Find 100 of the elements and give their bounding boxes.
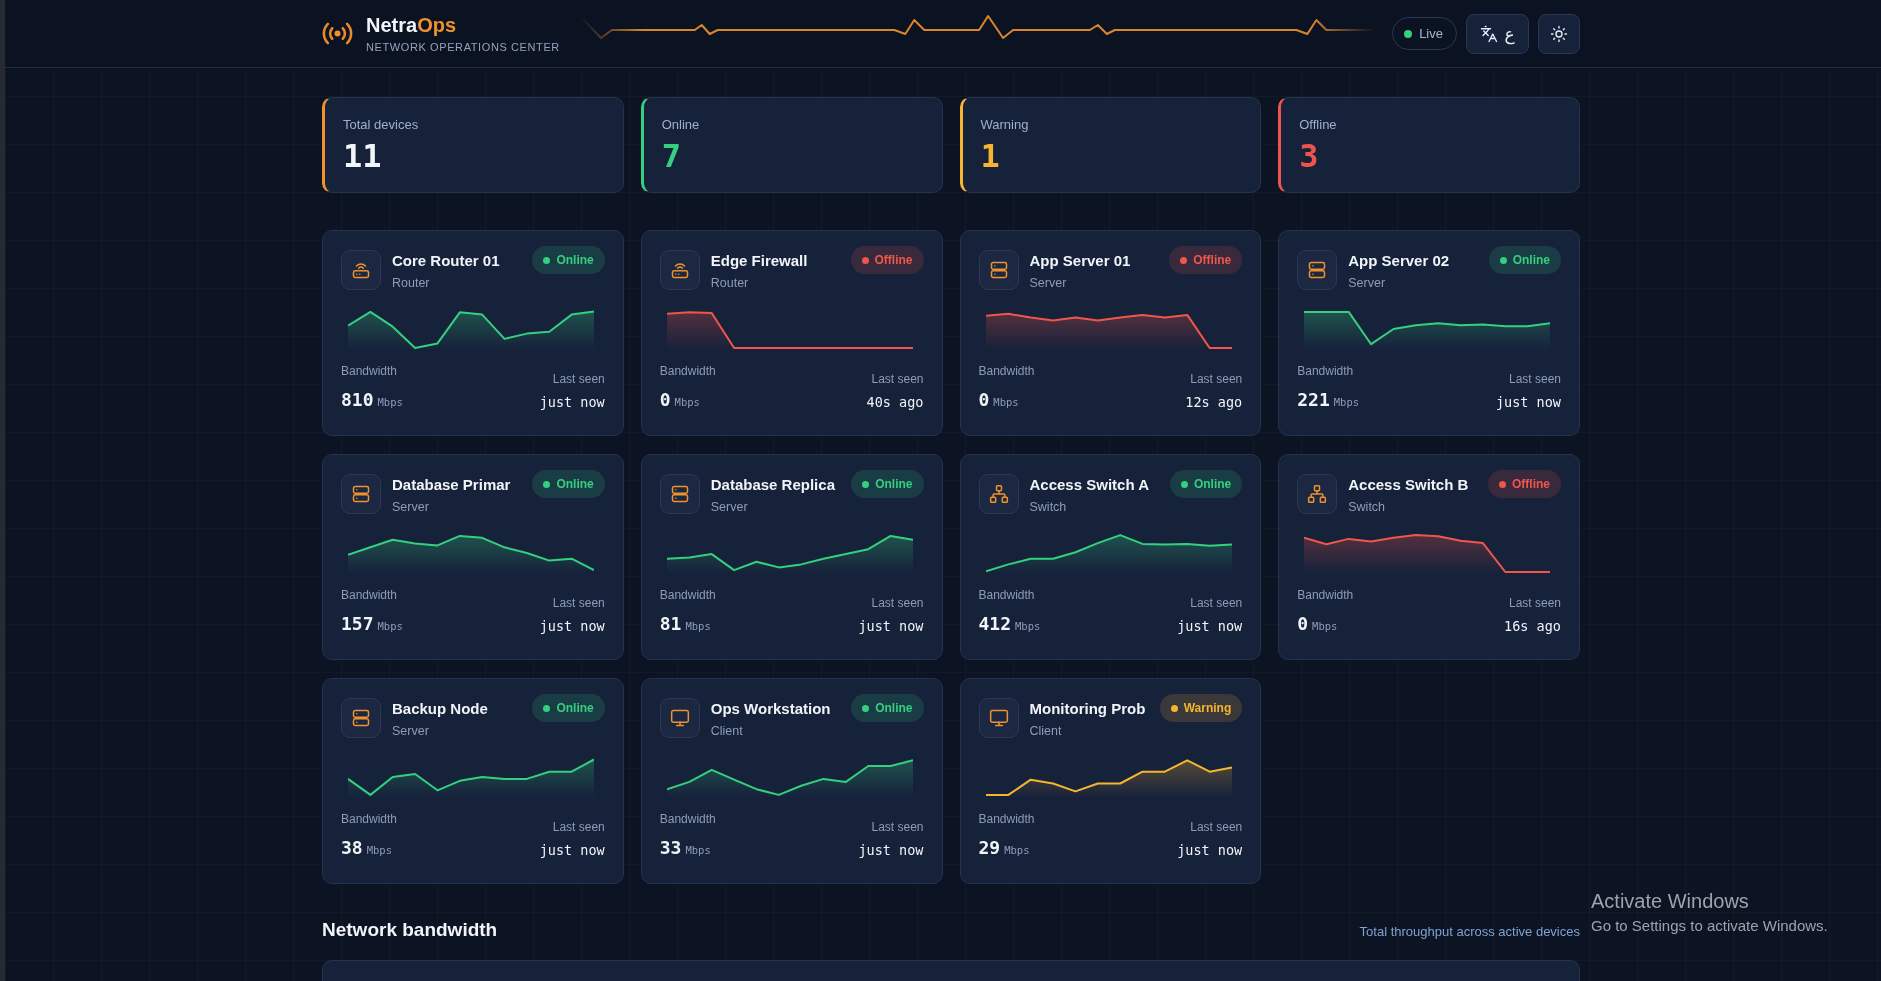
bandwidth-unit: Mbps xyxy=(1015,619,1041,634)
bandwidth-unit: Mbps xyxy=(1312,619,1338,634)
bandwidth-label: Bandwidth xyxy=(659,587,716,603)
bandwidth-label: Bandwidth xyxy=(659,811,716,827)
last-seen-label: Last seen xyxy=(552,371,605,387)
bandwidth-value: 0 xyxy=(978,388,990,412)
bandwidth-unit: Mbps xyxy=(685,843,711,858)
live-dot-icon xyxy=(1404,29,1413,38)
bandwidth-value: 412 xyxy=(978,612,1011,636)
last-seen-value: just now xyxy=(858,841,924,860)
bandwidth-label: Bandwidth xyxy=(1297,587,1354,603)
bandwidth-label: Bandwidth xyxy=(659,363,716,379)
device-name: Access Switch A xyxy=(1029,475,1150,495)
device-type: Router xyxy=(710,275,750,292)
status-label: Online xyxy=(1193,476,1232,492)
stat-value: 11 xyxy=(343,138,383,174)
last-seen-label: Last seen xyxy=(871,371,924,387)
server-icon xyxy=(1297,250,1338,290)
device-type: Server xyxy=(1348,275,1387,292)
last-seen-value: just now xyxy=(539,393,605,412)
brand-subtitle: NETWORK OPERATIONS CENTER xyxy=(366,40,560,54)
status-label: Online xyxy=(556,476,594,492)
stat-label: Total devices xyxy=(343,116,420,133)
bandwidth-label: Bandwidth xyxy=(1297,363,1355,379)
last-seen-label: Last seen xyxy=(1508,371,1561,387)
bandwidth-unit: Mbps xyxy=(674,395,700,410)
status-label: Online xyxy=(556,252,594,268)
device-type: Router xyxy=(392,275,431,292)
last-seen-label: Last seen xyxy=(1190,595,1243,611)
status-label: Online xyxy=(875,700,913,716)
device-name: Edge Firewall xyxy=(710,251,809,271)
server-icon xyxy=(341,698,381,738)
status-label: Offline xyxy=(1512,476,1550,492)
last-seen-value: just now xyxy=(1495,393,1561,412)
bandwidth-value: 810 xyxy=(341,388,374,412)
network-icon xyxy=(1297,474,1338,514)
device-name: Monitoring Prob xyxy=(1029,699,1147,719)
bandwidth-value: 0 xyxy=(659,388,671,412)
last-seen-value: just now xyxy=(539,841,605,860)
bandwidth-unit: Mbps xyxy=(366,843,392,858)
bandwidth-value: 33 xyxy=(659,836,682,860)
device-type: Client xyxy=(1029,723,1063,740)
status-label: Online xyxy=(1512,252,1550,268)
device-type: Switch xyxy=(1029,499,1068,516)
device-name: Access Switch B xyxy=(1348,475,1470,495)
status-label: Warning xyxy=(1183,700,1232,716)
status-label: Offline xyxy=(874,252,913,268)
last-seen-value: just now xyxy=(1177,841,1243,860)
last-seen-value: just now xyxy=(858,617,924,636)
server-icon xyxy=(341,474,381,514)
last-seen-label: Last seen xyxy=(552,595,605,611)
device-name: Core Router 01 xyxy=(392,251,501,271)
device-type: Server xyxy=(1029,275,1068,292)
last-seen-label: Last seen xyxy=(871,819,924,835)
status-label: Offline xyxy=(1193,252,1232,268)
stat-label: Online xyxy=(661,116,701,133)
bandwidth-value: 157 xyxy=(341,612,374,636)
translate-icon xyxy=(1480,24,1499,43)
last-seen-label: Last seen xyxy=(1190,819,1243,835)
bandwidth-unit: Mbps xyxy=(1333,395,1360,410)
last-seen-value: 16s ago xyxy=(1504,617,1561,636)
section-subtitle: Total throughput across active devices xyxy=(1359,924,1580,940)
stat-label: Offline xyxy=(1299,116,1338,133)
bandwidth-value: 38 xyxy=(341,836,363,860)
bandwidth-label: Bandwidth xyxy=(978,587,1036,603)
monitor-icon xyxy=(978,698,1019,738)
server-icon xyxy=(659,474,700,514)
broadcast-icon xyxy=(322,20,353,47)
bandwidth-label: Bandwidth xyxy=(978,363,1035,379)
bandwidth-label: Bandwidth xyxy=(341,811,398,827)
server-icon xyxy=(978,250,1019,290)
bandwidth-unit: Mbps xyxy=(1004,843,1030,858)
last-seen-value: just now xyxy=(539,617,605,636)
bandwidth-value: 81 xyxy=(659,612,682,636)
status-label: Online xyxy=(556,700,594,716)
bandwidth-label: Bandwidth xyxy=(341,363,399,379)
device-type: Switch xyxy=(1348,499,1387,516)
theme-button[interactable] xyxy=(1538,13,1580,54)
activation-text: Go to Settings to activate Windows. xyxy=(1591,916,1828,935)
language-button[interactable]: ع xyxy=(1466,13,1529,54)
network-icon xyxy=(978,474,1019,514)
brand-name: NetraOps xyxy=(366,13,458,37)
device-name: Database Replica xyxy=(710,475,836,495)
stat-value: 1 xyxy=(980,138,1001,174)
device-type: Server xyxy=(392,499,430,516)
stat-value: 7 xyxy=(661,138,682,174)
sun-icon xyxy=(1550,24,1568,43)
bandwidth-unit: Mbps xyxy=(377,395,403,410)
bandwidth-unit: Mbps xyxy=(377,619,403,634)
last-seen-value: 40s ago xyxy=(866,393,924,412)
last-seen-value: just now xyxy=(1177,617,1243,636)
bandwidth-value: 29 xyxy=(978,836,1001,860)
device-name: Backup Node xyxy=(392,699,489,719)
device-name: Ops Workstation xyxy=(710,699,832,719)
last-seen-label: Last seen xyxy=(552,819,605,835)
stat-value: 3 xyxy=(1299,138,1320,174)
device-name: Database Primar xyxy=(392,475,512,495)
device-type: Client xyxy=(710,723,744,740)
router-icon xyxy=(341,250,381,290)
section-title: Network bandwidth xyxy=(322,918,498,942)
